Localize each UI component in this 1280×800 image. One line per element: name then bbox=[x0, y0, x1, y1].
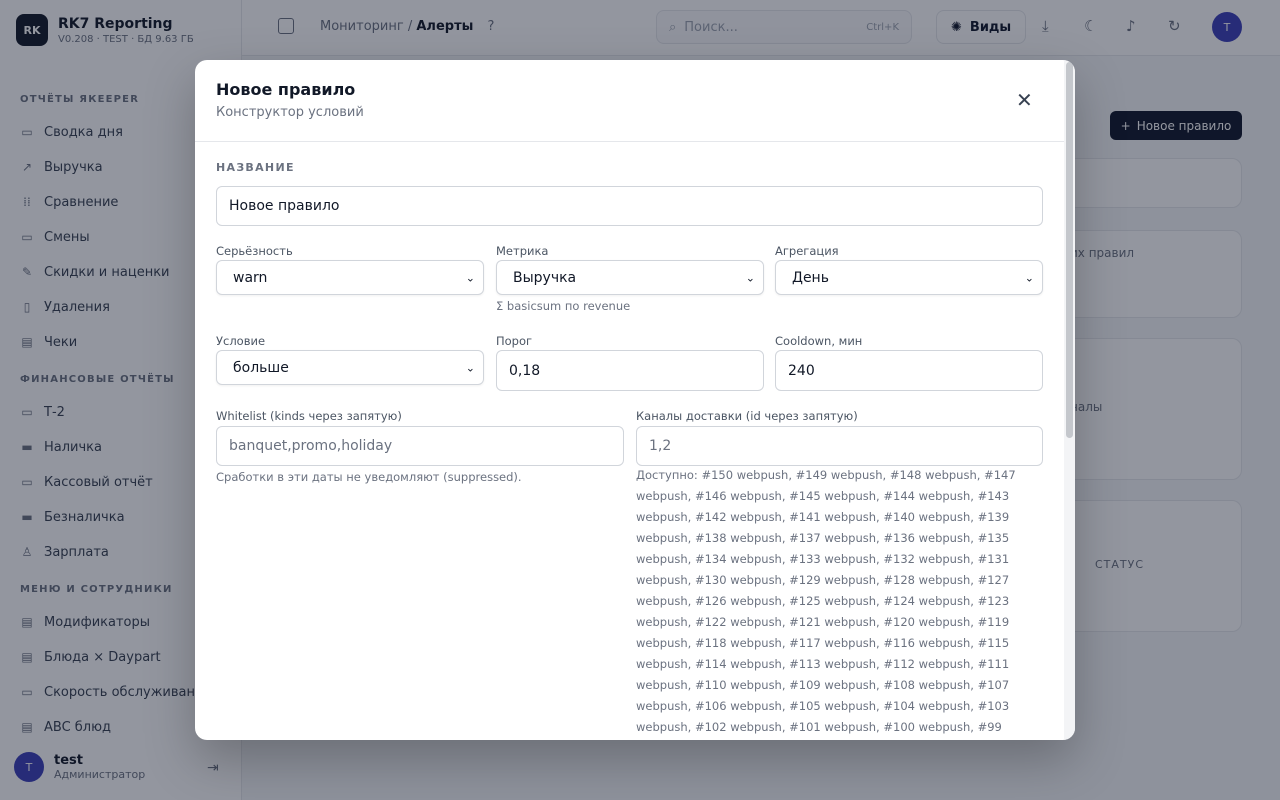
severity-label: Серьёзность bbox=[216, 244, 293, 258]
metric-value: Выручка bbox=[513, 269, 577, 286]
close-icon[interactable]: ✕ bbox=[1016, 90, 1033, 110]
chevron-down-icon: ⌄ bbox=[745, 271, 755, 284]
chevron-down-icon: ⌄ bbox=[465, 361, 475, 374]
dialog-title: Новое правило bbox=[216, 80, 356, 99]
dialog-subtitle: Конструктор условий bbox=[216, 105, 364, 120]
severity-select[interactable]: warn ⌄ bbox=[216, 260, 484, 295]
whitelist-input[interactable]: banquet,promo,holiday bbox=[216, 426, 624, 466]
rule-name-input[interactable]: Новое правило bbox=[216, 186, 1043, 226]
channels-label: Каналы доставки (id через запятую) bbox=[636, 409, 858, 423]
cooldown-input[interactable]: 240 bbox=[775, 350, 1043, 391]
whitelist-hint: Сработки в эти даты не уведомляют (suppr… bbox=[216, 470, 522, 484]
channels-input[interactable]: 1,2 bbox=[636, 426, 1043, 466]
severity-value: warn bbox=[233, 269, 268, 286]
condition-label: Условие bbox=[216, 334, 266, 348]
threshold-label: Порог bbox=[496, 334, 533, 348]
dialog-scrollbar[interactable] bbox=[1064, 60, 1075, 740]
metric-hint: Σ basicsum по revenue bbox=[496, 299, 631, 313]
chevron-down-icon: ⌄ bbox=[465, 271, 475, 284]
aggregation-value: День bbox=[792, 269, 829, 286]
aggregation-select[interactable]: День ⌄ bbox=[775, 260, 1043, 295]
threshold-input[interactable]: 0,18 bbox=[496, 350, 764, 391]
name-section-label: НАЗВАНИЕ bbox=[216, 161, 295, 174]
channels-available: Доступно: #150 webpush, #149 webpush, #1… bbox=[636, 468, 1016, 734]
dialog-header: Новое правило Конструктор условий ✕ bbox=[195, 60, 1065, 142]
condition-value: больше bbox=[233, 359, 289, 376]
condition-select[interactable]: больше ⌄ bbox=[216, 350, 484, 385]
metric-select[interactable]: Выручка ⌄ bbox=[496, 260, 764, 295]
scrollbar-thumb[interactable] bbox=[1066, 62, 1073, 438]
cooldown-label: Cooldown, мин bbox=[775, 334, 863, 348]
whitelist-label: Whitelist (kinds через запятую) bbox=[216, 409, 402, 423]
new-rule-dialog: Новое правило Конструктор условий ✕ НАЗВ… bbox=[195, 60, 1075, 740]
aggregation-label: Агрегация bbox=[775, 244, 839, 258]
metric-label: Метрика bbox=[496, 244, 549, 258]
chevron-down-icon: ⌄ bbox=[1024, 271, 1034, 284]
